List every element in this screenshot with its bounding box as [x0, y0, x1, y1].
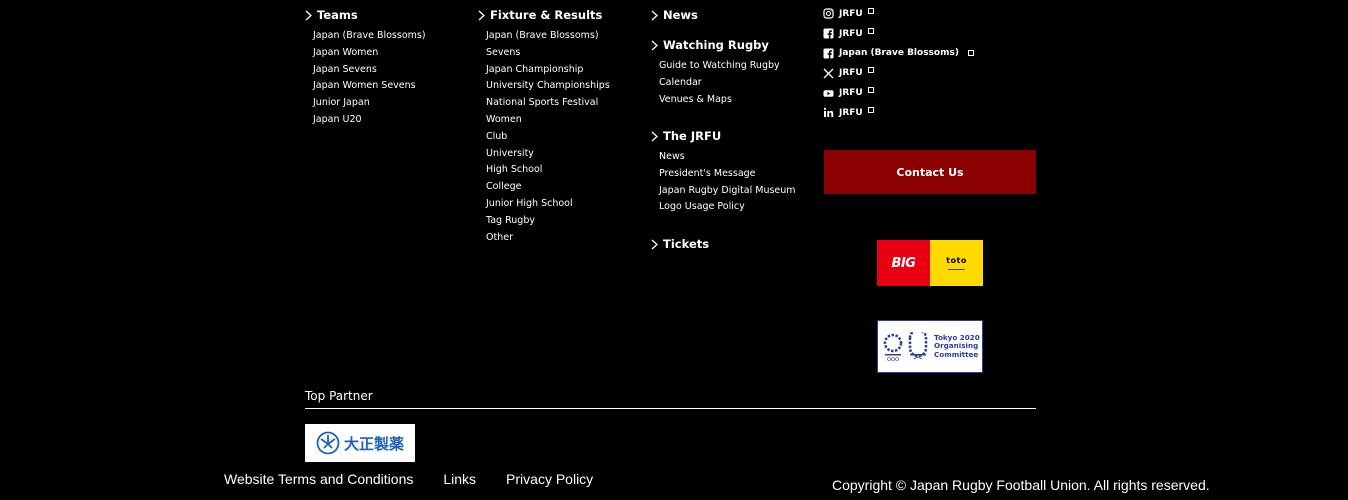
jrfu-section: The JRFU News President's Message Japan … [650, 129, 815, 237]
social-list: JRFU JRFU Japan (Brave Blossoms) JRFU JR… [823, 4, 1038, 123]
tokyo-2020-banner[interactable]: Tokyo 2020 Organising Committee [877, 320, 983, 373]
jrfu-link[interactable]: Logo Usage Policy [659, 199, 815, 216]
fixtures-link[interactable]: Other [486, 230, 637, 247]
paralympic-emblem-icon [908, 331, 928, 359]
taisho-eagle-icon [316, 431, 340, 455]
chevron-right-icon [477, 10, 486, 21]
jrfu-heading[interactable]: The JRFU [650, 129, 815, 144]
instagram-icon [823, 8, 834, 19]
fixtures-link[interactable]: Women [486, 112, 637, 129]
tickets-heading[interactable]: Tickets [650, 237, 815, 252]
toto-logo: toto ▬▬▬▬▬▬▬ [930, 240, 983, 286]
youtube-icon [823, 88, 834, 99]
teams-link[interactable]: Japan U20 [313, 112, 464, 129]
privacy-policy-link[interactable]: Privacy Policy [506, 471, 593, 487]
external-link-icon [867, 7, 874, 14]
chevron-right-icon [650, 239, 659, 250]
fixtures-link[interactable]: Junior High School [486, 196, 637, 213]
fixtures-link[interactable]: Japan (Brave Blossoms) [486, 28, 637, 45]
external-link-icon [867, 106, 874, 113]
fixtures-link[interactable]: Tag Rugby [486, 213, 637, 230]
fixtures-link[interactable]: University [486, 146, 637, 163]
linkedin-icon [823, 107, 834, 118]
fixtures-link[interactable]: College [486, 179, 637, 196]
jrfu-link[interactable]: Japan Rugby Digital Museum [659, 183, 815, 200]
jrfu-list: News President's Message Japan Rugby Dig… [659, 149, 815, 216]
terms-link[interactable]: Website Terms and Conditions [224, 471, 413, 487]
contact-us-button[interactable]: Contact Us [824, 150, 1036, 194]
fixtures-link[interactable]: High School [486, 162, 637, 179]
fixtures-link[interactable]: University Championships [486, 78, 637, 95]
external-link-icon [867, 27, 874, 34]
fixtures-heading[interactable]: Fixture & Results [477, 8, 637, 23]
chevron-right-icon [650, 131, 659, 142]
watching-link[interactable]: Venues & Maps [659, 92, 815, 109]
watching-heading[interactable]: Watching Rugby [650, 38, 815, 53]
watching-section: Watching Rugby Guide to Watching Rugby C… [650, 38, 815, 129]
teams-link[interactable]: Japan (Brave Blossoms) [313, 28, 464, 45]
social-link-instagram[interactable]: JRFU [823, 4, 1038, 24]
big-toto-banner[interactable]: BIG toto ▬▬▬▬▬▬▬ [877, 240, 983, 286]
watching-link[interactable]: Calendar [659, 75, 815, 92]
teams-column: Teams Japan (Brave Blossoms) Japan Women… [304, 8, 464, 129]
fixtures-list: Japan (Brave Blossoms) Sevens Japan Cham… [486, 28, 637, 246]
facebook-icon [823, 28, 834, 40]
copyright-text: Copyright © Japan Rugby Football Union. … [832, 477, 1210, 493]
tokyo-emblems [882, 331, 929, 362]
teams-link[interactable]: Japan Women Sevens [313, 78, 464, 95]
social-column: JRFU JRFU Japan (Brave Blossoms) JRFU JR… [823, 4, 1038, 123]
external-link-icon [867, 67, 874, 74]
partner-divider [305, 408, 1036, 409]
teams-heading[interactable]: Teams [304, 8, 464, 23]
teams-link[interactable]: Japan Women [313, 45, 464, 62]
fixtures-link[interactable]: Japan Championship [486, 62, 637, 79]
facebook-icon [823, 48, 834, 59]
fixtures-link[interactable]: Sevens [486, 45, 637, 62]
chevron-right-icon [304, 10, 313, 21]
toto-subtext-decoration: ▬▬▬▬▬▬▬ [948, 267, 965, 271]
fixtures-link[interactable]: National Sports Festival [486, 95, 637, 112]
olympic-emblem-icon [883, 333, 903, 361]
fixtures-column: Fixture & Results Japan (Brave Blossoms)… [477, 8, 637, 246]
news-heading[interactable]: News [650, 8, 815, 23]
teams-list: Japan (Brave Blossoms) Japan Women Japan… [313, 28, 464, 129]
social-link-linkedin[interactable]: JRFU [823, 103, 1038, 123]
chevron-right-icon [650, 10, 659, 21]
jrfu-link[interactable]: News [659, 149, 815, 166]
tickets-section: Tickets [650, 237, 815, 252]
chevron-right-icon [650, 40, 659, 51]
teams-link[interactable]: Junior Japan [313, 95, 464, 112]
top-partner-heading: Top Partner [305, 389, 373, 403]
footer-links: Website Terms and Conditions Links Priva… [224, 471, 623, 487]
tokyo-2020-text: Tokyo 2020 Organising Committee [934, 332, 980, 359]
links-link[interactable]: Links [443, 471, 476, 487]
watching-link[interactable]: Guide to Watching Rugby [659, 58, 815, 75]
external-link-icon [867, 87, 874, 94]
external-link-icon [967, 50, 974, 57]
taisho-partner-logo[interactable]: 大正製薬 [305, 424, 415, 462]
fixtures-link[interactable]: Club [486, 129, 637, 146]
news-section: News [650, 8, 815, 38]
jrfu-link[interactable]: President's Message [659, 166, 815, 183]
big-logo: BIG [877, 240, 930, 286]
teams-link[interactable]: Japan Sevens [313, 62, 464, 79]
social-link-facebook-brave-blossoms[interactable]: Japan (Brave Blossoms) [823, 44, 1038, 64]
social-link-facebook[interactable]: JRFU [823, 24, 1038, 44]
social-link-youtube[interactable]: JRFU [823, 83, 1038, 103]
news-column: News Watching Rugby Guide to Watching Ru… [650, 8, 815, 252]
x-icon [823, 68, 834, 79]
watching-list: Guide to Watching Rugby Calendar Venues … [659, 58, 815, 108]
social-link-x[interactable]: JRFU [823, 63, 1038, 83]
